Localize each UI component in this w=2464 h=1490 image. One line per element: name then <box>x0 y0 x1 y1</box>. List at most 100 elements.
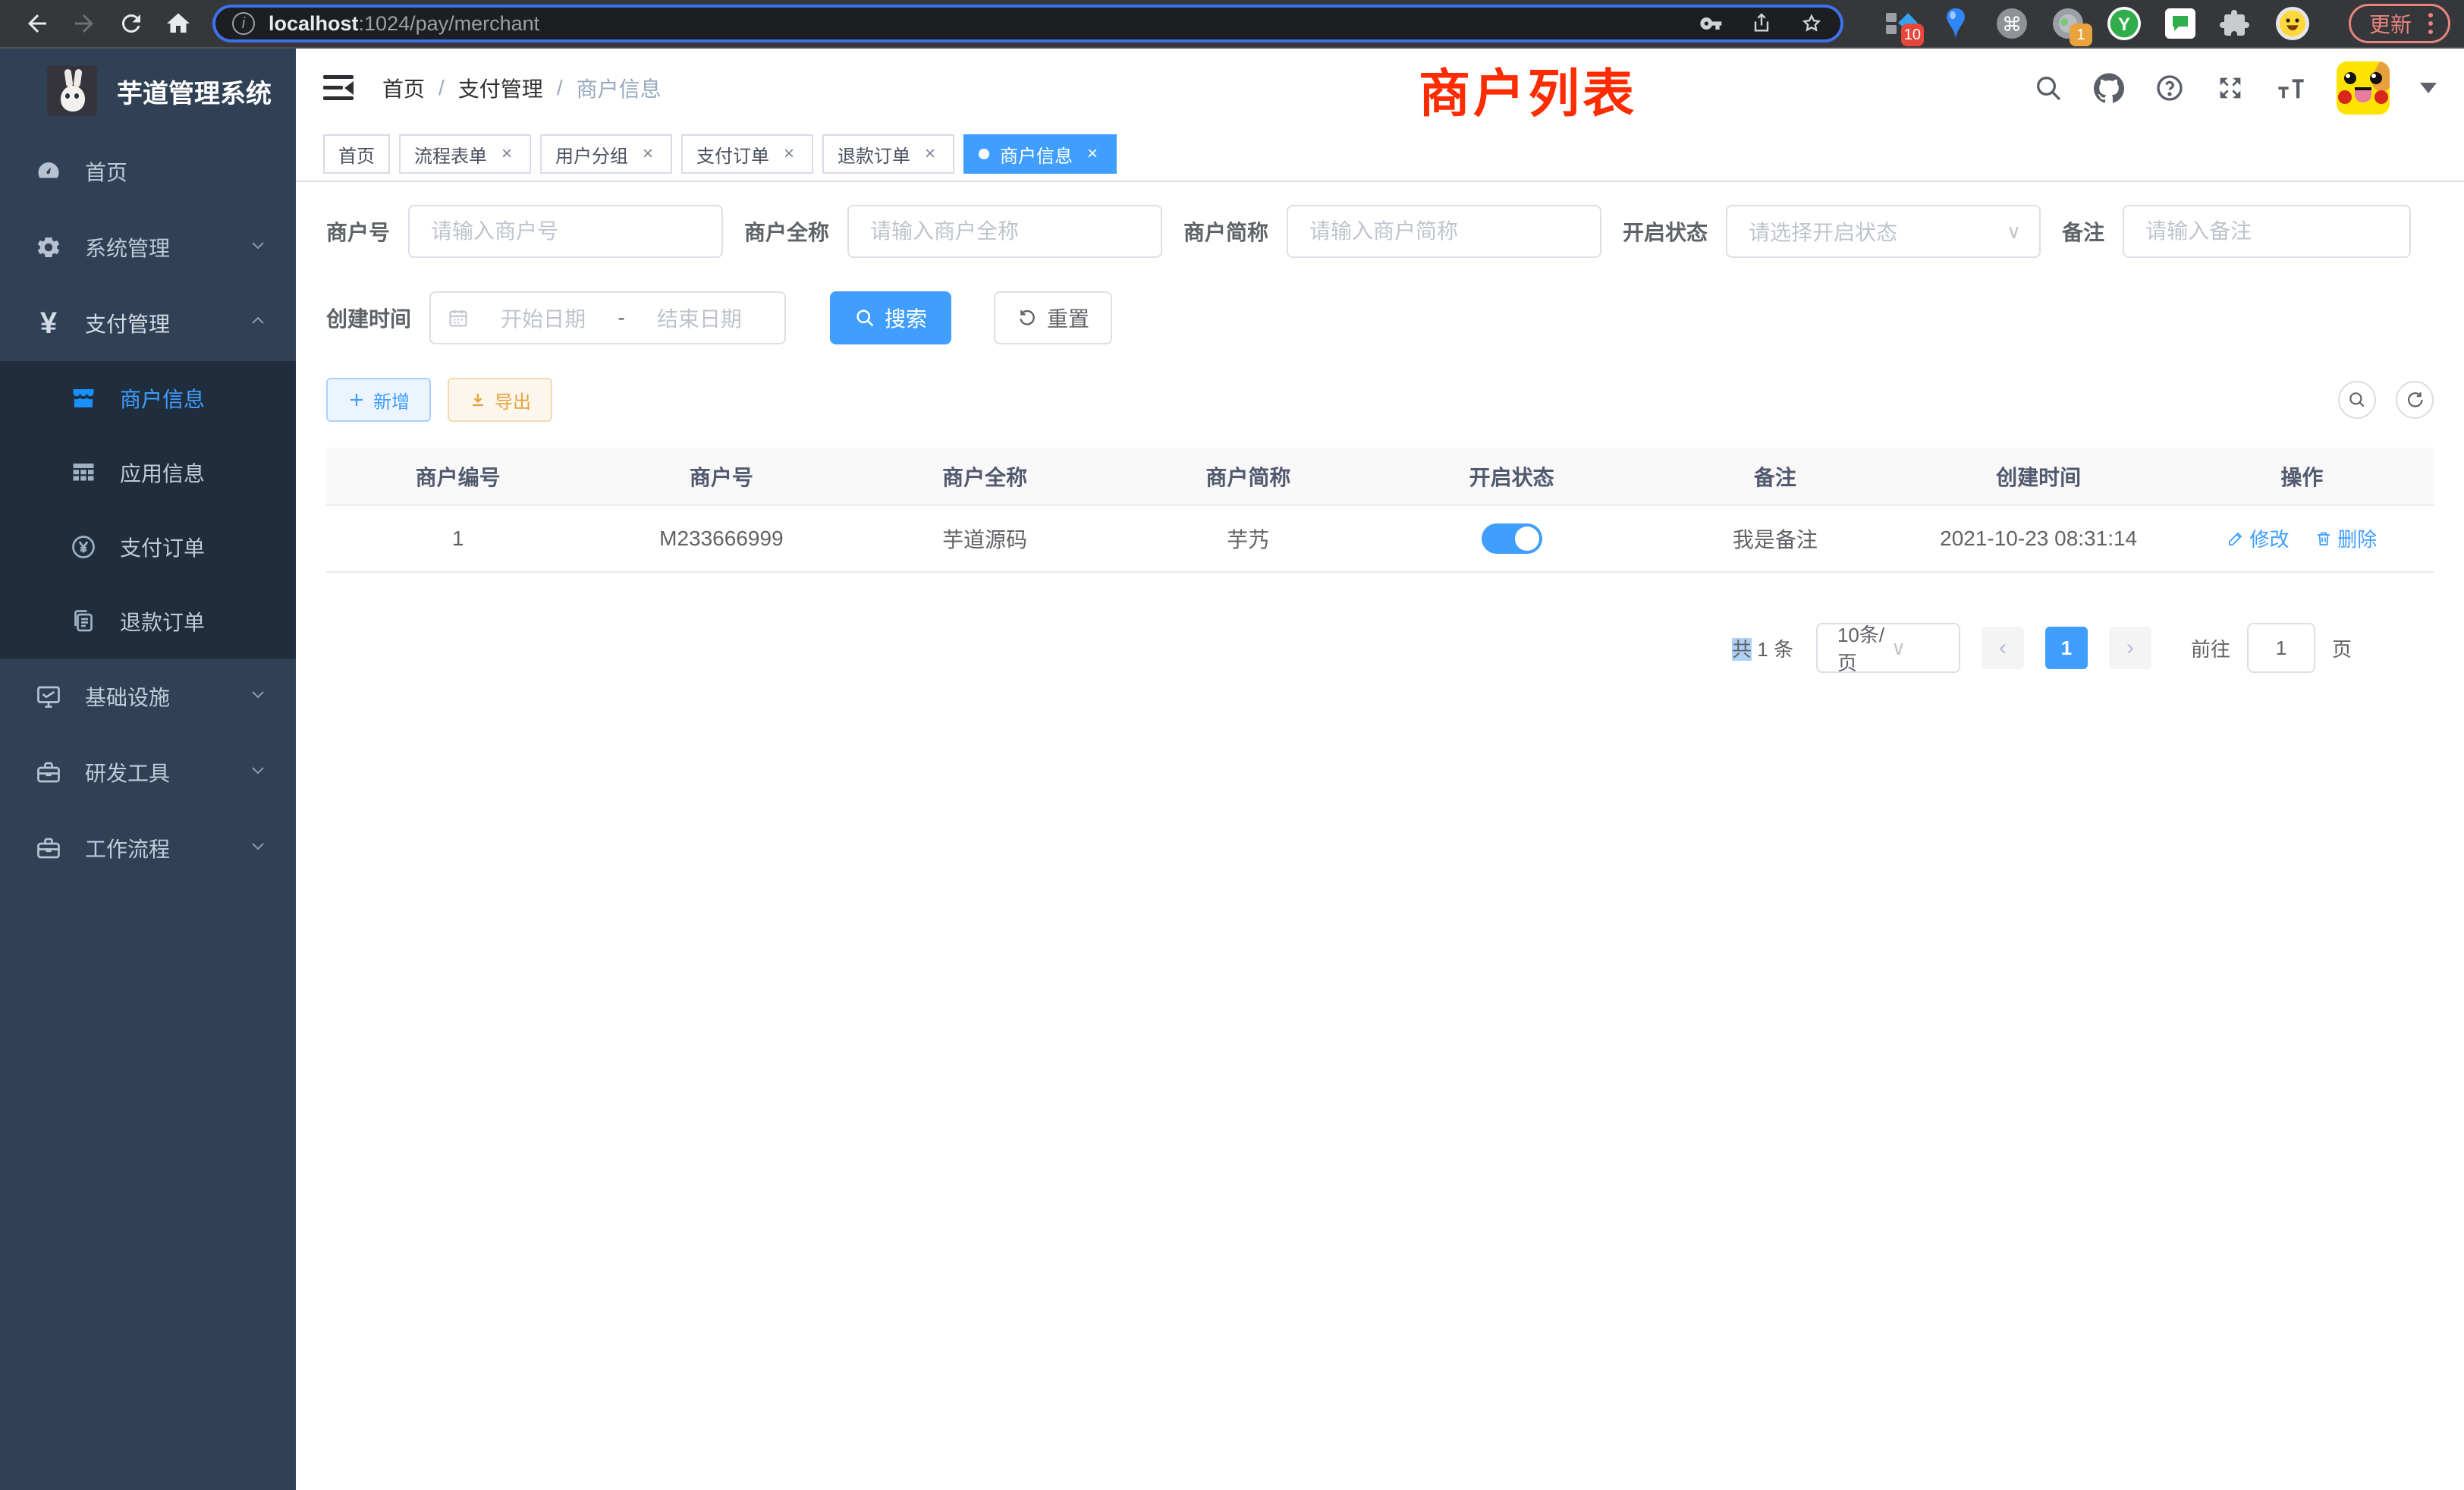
plus-icon <box>347 391 366 409</box>
close-icon[interactable]: × <box>1083 143 1102 165</box>
add-button[interactable]: 新增 <box>326 378 431 422</box>
browser-forward-button[interactable] <box>61 4 108 43</box>
filter-row-1: 商户号 商户全称 商户简称 开启状态 请选择开启状态 ∨ 备注 <box>326 205 2434 258</box>
sidebar-item-home[interactable]: 首页 <box>0 134 296 209</box>
search-button[interactable]: 搜索 <box>830 291 951 344</box>
current-page-button[interactable]: 1 <box>2045 627 2088 669</box>
yen-icon: ¥ <box>32 306 65 341</box>
extension-icons: 10 ⌘ 1 Y 更新 <box>1865 4 2450 43</box>
col-create-time: 创建时间 <box>1907 448 2170 505</box>
browser-update-button[interactable]: 更新 <box>2349 4 2450 43</box>
sidebar-item-workflow[interactable]: 工作流程 <box>0 810 296 886</box>
tab-home[interactable]: 首页 <box>323 134 390 174</box>
help-icon[interactable] <box>2154 73 2185 103</box>
tab-refund-order[interactable]: 退款订单× <box>822 134 954 174</box>
search-icon[interactable] <box>2033 73 2063 103</box>
breadcrumb-pay[interactable]: 支付管理 <box>458 73 543 103</box>
forward-icon <box>71 10 98 37</box>
breadcrumb-home[interactable]: 首页 <box>382 73 425 103</box>
extension-command-icon[interactable]: ⌘ <box>1994 5 2030 42</box>
short-name-input[interactable] <box>1287 205 1601 258</box>
extensions-puzzle-icon[interactable] <box>2218 5 2255 42</box>
col-merchant-no: 商户号 <box>589 448 853 505</box>
sidebar-item-dev-tools[interactable]: 研发工具 <box>0 734 296 810</box>
sidebar-item-app-info[interactable]: 应用信息 <box>0 435 296 510</box>
table-row: 1 M233666999 芋道源码 芋艿 我是备注 2021-10-23 08:… <box>326 505 2434 572</box>
cell-status <box>1380 505 1643 572</box>
profile-avatar[interactable] <box>2274 5 2311 42</box>
url-path: :1024/pay/merchant <box>359 12 540 35</box>
tab-merchant-info[interactable]: 商户信息× <box>963 134 1117 174</box>
col-merchant-id: 商户编号 <box>326 448 589 505</box>
url-host: localhost <box>269 12 359 35</box>
tab-pay-order[interactable]: 支付订单× <box>681 134 813 174</box>
page-size-select[interactable]: 10条/页 ∨ <box>1816 623 1960 673</box>
extension-grid-icon[interactable]: 10 <box>1881 5 1918 42</box>
remark-input[interactable] <box>2123 205 2411 258</box>
browser-back-button[interactable] <box>14 4 61 43</box>
sidebar-item-infra[interactable]: 基础设施 <box>0 659 296 734</box>
sidebar-item-pay-order[interactable]: 支付订单 <box>0 510 296 584</box>
start-date-placeholder: 开始日期 <box>475 303 611 333</box>
export-button[interactable]: 导出 <box>448 378 552 422</box>
url-text[interactable]: localhost:1024/pay/merchant <box>269 12 1699 36</box>
share-icon[interactable] <box>1749 11 1774 36</box>
user-avatar[interactable] <box>2337 61 2390 115</box>
cell-create-time: 2021-10-23 08:31:14 <box>1907 505 2170 572</box>
close-icon[interactable]: × <box>780 143 798 165</box>
tab-user-group[interactable]: 用户分组× <box>540 134 672 174</box>
full-name-input[interactable] <box>847 205 1162 258</box>
active-dot <box>979 149 989 159</box>
goto-page-input[interactable] <box>2247 623 2315 673</box>
github-icon[interactable] <box>2094 73 2124 103</box>
sidebar-collapse-button[interactable] <box>323 75 354 101</box>
avatar-caret-icon[interactable] <box>2420 83 2437 93</box>
font-size-icon[interactable] <box>2276 73 2306 103</box>
status-toggle[interactable] <box>1482 523 1542 554</box>
cell-short-name: 芋艿 <box>1117 505 1380 572</box>
site-info-icon[interactable]: i <box>232 12 255 35</box>
address-bar[interactable]: i localhost:1024/pay/merchant <box>212 5 1843 42</box>
next-page-button[interactable]: › <box>2109 627 2151 669</box>
browser-menu-icon[interactable] <box>2428 13 2433 34</box>
reset-button[interactable]: 重置 <box>994 291 1112 344</box>
extension-chat-icon[interactable] <box>2162 5 2198 42</box>
document-icon <box>67 608 100 635</box>
delete-link[interactable]: 删除 <box>2315 524 2377 552</box>
app-logo[interactable]: 芋道管理系统 <box>0 49 296 134</box>
browser-reload-button[interactable] <box>108 4 155 43</box>
extension-y-icon[interactable]: Y <box>2106 5 2142 42</box>
edit-link[interactable]: 修改 <box>2227 524 2289 552</box>
sidebar-item-pay[interactable]: ¥ 支付管理 <box>0 285 296 361</box>
page-content: 商户号 商户全称 商户简称 开启状态 请选择开启状态 ∨ 备注 <box>296 182 2464 673</box>
refresh-button[interactable] <box>2396 381 2434 419</box>
goto-label: 前往 <box>2191 634 2230 662</box>
tab-process-form[interactable]: 流程表单× <box>399 134 531 174</box>
browser-home-button[interactable] <box>155 4 202 43</box>
sidebar-item-system[interactable]: 系统管理 <box>0 209 296 285</box>
sidebar-item-merchant-info[interactable]: 商户信息 <box>0 361 296 435</box>
merchant-no-input[interactable] <box>408 205 723 258</box>
cell-full-name: 芋道源码 <box>853 505 1117 572</box>
cell-actions: 修改 删除 <box>2170 505 2434 572</box>
prev-page-button[interactable]: ‹ <box>1982 627 2024 669</box>
password-key-icon[interactable] <box>1699 11 1724 36</box>
create-time-range-picker[interactable]: 开始日期 - 结束日期 <box>429 291 786 344</box>
table-header-row: 商户编号 商户号 商户全称 商户简称 开启状态 备注 创建时间 操作 <box>326 448 2434 505</box>
sidebar-item-refund-order[interactable]: 退款订单 <box>0 584 296 659</box>
back-icon <box>24 10 51 37</box>
close-icon[interactable]: × <box>498 143 516 165</box>
bookmark-star-icon[interactable] <box>1799 11 1824 36</box>
fullscreen-icon[interactable] <box>2215 73 2246 103</box>
remark-label: 备注 <box>2062 216 2104 247</box>
status-select[interactable]: 请选择开启状态 ∨ <box>1726 205 2041 258</box>
hide-search-button[interactable] <box>2338 381 2376 419</box>
merchant-table: 商户编号 商户号 商户全称 商户简称 开启状态 备注 创建时间 操作 1 M23… <box>326 448 2434 573</box>
close-icon[interactable]: × <box>639 143 657 165</box>
extension-camera-icon[interactable]: 1 <box>2050 5 2086 42</box>
close-icon[interactable]: × <box>921 143 939 165</box>
tag-view-bar: 首页 流程表单× 用户分组× 支付订单× 退款订单× 商户信息× <box>296 127 2464 182</box>
col-short-name: 商户简称 <box>1117 448 1380 505</box>
extension-pin-icon[interactable] <box>1938 5 1974 42</box>
chevron-down-icon: ∨ <box>2007 220 2021 244</box>
